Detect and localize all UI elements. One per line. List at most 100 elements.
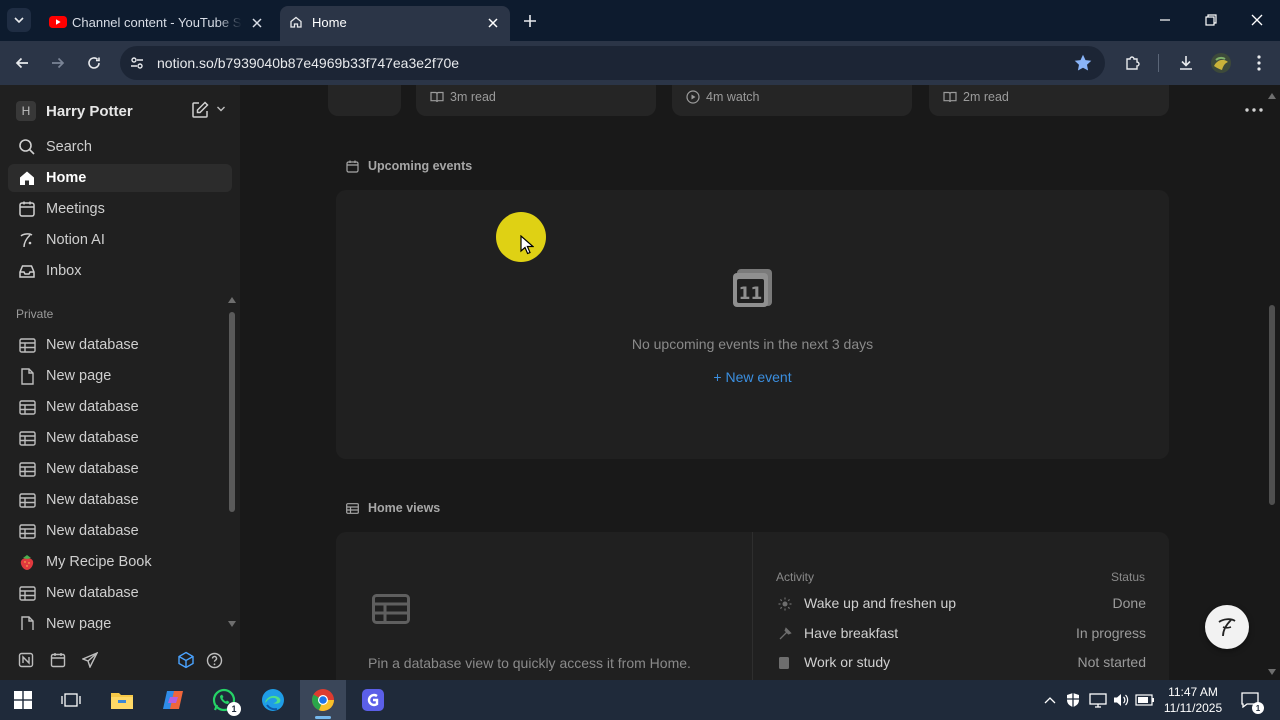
calendar-icon: 11 [732,266,774,308]
sidebar-item-home[interactable]: Home [8,164,232,192]
plus-icon [524,15,536,27]
url-text: notion.so/b7939040b87e4969b33f747ea3e2f7… [157,55,460,71]
sidebar-item-new-database[interactable]: New database [8,579,232,607]
network-icon[interactable] [1088,690,1108,710]
sidebar-item-new-database[interactable]: New database [8,486,232,514]
toolbar-divider [1158,54,1159,72]
learn-card[interactable]: 3m read [416,85,656,116]
forward-button[interactable] [44,49,72,77]
notification-badge: 1 [227,702,241,716]
task-view-button[interactable] [48,680,94,720]
close-icon[interactable] [484,14,502,32]
chevron-up-icon[interactable] [1040,690,1060,710]
security-shield-icon[interactable] [1063,690,1083,710]
fork-icon [778,627,792,641]
table-icon [372,594,410,624]
system-clock[interactable]: 11:47 AM 11/11/2025 [1158,684,1228,716]
table-icon [17,428,37,448]
send-icon[interactable] [78,648,102,672]
card-meta-text: 3m read [450,90,496,104]
sidebar-item-label: My Recipe Book [46,554,152,570]
main-scroll-thumb[interactable] [1269,305,1275,505]
reload-button[interactable] [80,49,108,77]
help-icon[interactable] [202,648,226,672]
minimize-icon [1160,19,1170,21]
tab-search-button[interactable] [7,8,31,32]
chevron-down-icon[interactable] [216,104,226,114]
copilot-icon [163,691,183,709]
book-icon [430,91,444,103]
calendar-icon[interactable] [46,648,70,672]
calendar-icon [346,160,359,173]
card-meta: 3m read [430,90,496,104]
tab-youtube-studio[interactable]: Channel content - YouTube Studio [40,6,274,41]
table-icon [17,397,37,417]
sidebar-item-label: New database [46,430,139,446]
close-icon[interactable] [248,14,266,32]
notion-ai-help-button[interactable] [1205,605,1249,649]
sidebar-item-new-database[interactable]: New database [8,455,232,483]
chrome-button[interactable] [300,680,346,720]
bookmark-star-icon[interactable] [1073,53,1093,73]
table-icon [17,459,37,479]
sidebar-item-label: New page [46,368,112,384]
doc-icon [778,656,790,670]
sidebar-item-new-page[interactable]: New page [8,610,232,630]
site-info-icon[interactable] [128,54,146,72]
sidebar-item-meetings[interactable]: Meetings [8,195,232,223]
copilot-button[interactable] [150,680,196,720]
meetings-icon [17,199,37,219]
learn-card[interactable]: 4m watch [672,85,912,116]
address-bar[interactable]: notion.so/b7939040b87e4969b33f747ea3e2f7… [120,46,1105,80]
edge-icon [262,689,284,711]
sidebar-item-my-recipe-book[interactable]: My Recipe Book [8,548,232,576]
row-status: In progress [1075,625,1146,641]
learn-card[interactable] [328,85,401,116]
sidebar-scroll-thumb[interactable] [229,312,235,512]
browser-menu-button[interactable] [1245,49,1273,77]
sidebar-item-search[interactable]: Search [8,133,232,161]
home-views-heading: Home views [346,501,440,515]
sidebar-item-new-page[interactable]: New page [8,362,232,390]
notification-center-icon[interactable]: 1 [1238,690,1264,714]
battery-icon[interactable] [1135,690,1155,710]
sidebar-item-notion-ai[interactable]: Notion AI [8,226,232,254]
scroll-down-icon[interactable] [1268,669,1276,675]
workspace-switcher[interactable]: H Harry Potter [16,100,133,122]
minimize-button[interactable] [1150,6,1180,34]
volume-icon[interactable] [1111,690,1131,710]
sidebar-item-label: Notion AI [46,232,105,248]
book-icon [943,91,957,103]
new-event-button[interactable]: + New event [336,369,1169,385]
downloads-button[interactable] [1172,49,1200,77]
notion-logo-icon[interactable] [14,648,38,672]
page-more-button[interactable] [1240,99,1268,121]
sidebar-item-label: Search [46,139,92,155]
sidebar-item-new-database[interactable]: New database [8,424,232,452]
sidebar-item-new-database[interactable]: New database [8,393,232,421]
sidebar-item-new-database[interactable]: New database [8,331,232,359]
scroll-up-icon[interactable] [1268,93,1276,99]
close-window-button[interactable] [1242,6,1272,34]
file-explorer-button[interactable] [99,680,145,720]
marketplace-cube-icon[interactable] [174,648,198,672]
section-label-private[interactable]: Private [16,307,53,321]
app-g-button[interactable] [350,680,396,720]
table-row[interactable]: Have breakfast In progress [776,622,1146,646]
sidebar-item-inbox[interactable]: Inbox [8,257,232,285]
new-tab-button[interactable] [518,9,542,33]
back-button[interactable] [8,49,36,77]
extensions-button[interactable] [1119,49,1147,77]
new-page-compose-icon[interactable] [190,100,210,120]
sidebar-item-new-database[interactable]: New database [8,517,232,545]
tab-home[interactable]: Home [280,6,510,41]
learn-card[interactable]: 2m read [929,85,1169,116]
restore-button[interactable] [1196,6,1226,34]
sidebar-item-label: New database [46,523,139,539]
start-button[interactable] [0,680,46,720]
edge-button[interactable] [250,680,296,720]
whatsapp-button[interactable]: 1 [201,680,247,720]
profile-button[interactable] [1207,49,1235,77]
table-row[interactable]: Work or study Not started [776,651,1146,675]
table-row[interactable]: Wake up and freshen up Done [776,592,1146,616]
